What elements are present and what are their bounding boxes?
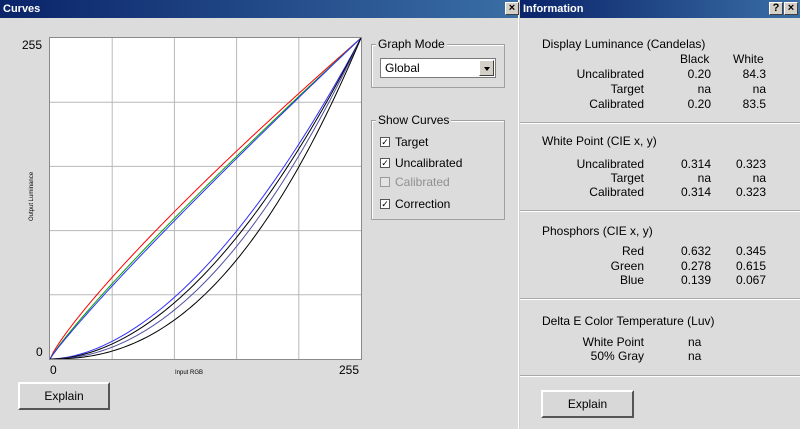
y-axis-title: Output Luminance (29, 171, 35, 221)
curves-title: Curves (3, 3, 41, 15)
checkbox-correction-box[interactable]: ✓ (380, 199, 390, 209)
divider (520, 122, 800, 124)
help-icon[interactable]: ? (769, 2, 783, 15)
lum-cal-black: 0.20 (687, 97, 711, 111)
graph-mode-title: Graph Mode (376, 37, 447, 51)
phosphors-title: Phosphors (CIE x, y) (542, 224, 653, 238)
divider (520, 210, 800, 212)
chevron-down-icon[interactable] (479, 60, 494, 76)
checkbox-target-box[interactable]: ✓ (380, 137, 390, 147)
wp-cal-y: 0.323 (735, 185, 766, 199)
wp-target-label: Target (610, 171, 644, 185)
checkbox-uncalibrated-box[interactable]: ✓ (380, 158, 390, 168)
wp-target-y: na (752, 171, 766, 185)
wp-cal-x: 0.314 (680, 185, 711, 199)
wp-uncal-label: Uncalibrated (576, 157, 644, 171)
lum-cal-label: Calibrated (589, 97, 644, 111)
close-icon[interactable]: × (784, 2, 798, 15)
explain-button[interactable]: Explain (18, 382, 110, 410)
y-axis-max-label: 255 (22, 38, 43, 52)
information-title: Information (523, 3, 584, 15)
divider (520, 375, 800, 377)
information-titlebar: Information ? × (520, 0, 800, 18)
col-white-header: White (733, 52, 764, 66)
checkbox-correction-label: Correction (395, 197, 451, 211)
curve-target (50, 38, 361, 359)
graph-mode-value: Global (385, 61, 420, 75)
checkbox-calibrated-box (380, 177, 390, 187)
white-point-title: White Point (CIE x, y) (542, 134, 657, 148)
x-axis-max-label: 255 (339, 363, 360, 377)
ph-blue-x: 0.139 (680, 273, 711, 287)
ph-green-y: 0.615 (735, 259, 766, 273)
ph-blue-label: Blue (619, 273, 644, 287)
explain-button[interactable]: Explain (541, 390, 634, 418)
wp-uncal-x: 0.314 (680, 157, 711, 171)
curves-window: Curves × 255 0 0 255 Input RGB Output Lu… (0, 0, 519, 429)
curves-graph (49, 37, 362, 360)
wp-uncal-y: 0.323 (735, 157, 766, 171)
ph-red-x: 0.632 (680, 244, 711, 258)
col-black-header: Black (680, 52, 710, 66)
graph-mode-group: Graph Mode Global (371, 37, 505, 88)
curve-blue-target (50, 38, 361, 359)
lum-uncal-label: Uncalibrated (576, 67, 644, 81)
curves-titlebar: Curves × (0, 0, 519, 18)
show-curves-title: Show Curves (376, 113, 452, 127)
de-gray-label: 50% Gray (590, 349, 644, 363)
lum-cal-white: 83.5 (742, 97, 766, 111)
information-window: Information ? × Display Luminance (Cande… (520, 0, 800, 429)
wp-cal-label: Calibrated (589, 185, 644, 199)
x-axis-title: Input RGB (175, 370, 204, 376)
curve-green (50, 38, 361, 359)
graph-mode-select[interactable]: Global (380, 58, 496, 78)
show-curves-group: Show Curves ✓ Target ✓ Uncalibrated Cali… (371, 113, 505, 220)
de-white-point-label: White Point (582, 335, 644, 349)
y-axis-min-label: 0 (36, 345, 43, 359)
de-white-point-value: na (688, 335, 702, 349)
checkbox-uncalibrated-label: Uncalibrated (395, 156, 463, 170)
curve-correction (50, 38, 361, 359)
ph-blue-y: 0.067 (735, 273, 766, 287)
ph-green-label: Green (610, 259, 644, 273)
ph-green-x: 0.278 (680, 259, 711, 273)
curves-plot (50, 38, 361, 359)
lum-uncal-white: 84.3 (742, 67, 766, 81)
curve-red (50, 38, 361, 359)
de-gray-value: na (688, 349, 702, 363)
checkbox-target-label: Target (395, 135, 429, 149)
lum-uncal-black: 0.20 (687, 67, 711, 81)
curve-blue (50, 38, 361, 359)
divider (520, 298, 800, 300)
luminance-title: Display Luminance (Candelas) (542, 37, 706, 51)
close-icon[interactable]: × (505, 2, 519, 15)
lum-target-black: na (697, 82, 711, 96)
ph-red-y: 0.345 (735, 244, 766, 258)
x-axis-min-label: 0 (50, 363, 57, 377)
curve-correction-outer (50, 38, 361, 359)
lum-target-white: na (752, 82, 766, 96)
wp-target-x: na (697, 171, 711, 185)
checkbox-calibrated-label: Calibrated (395, 175, 450, 189)
ph-red-label: Red (621, 244, 644, 258)
delta-e-title: Delta E Color Temperature (Luv) (542, 314, 715, 328)
lum-target-label: Target (610, 82, 644, 96)
